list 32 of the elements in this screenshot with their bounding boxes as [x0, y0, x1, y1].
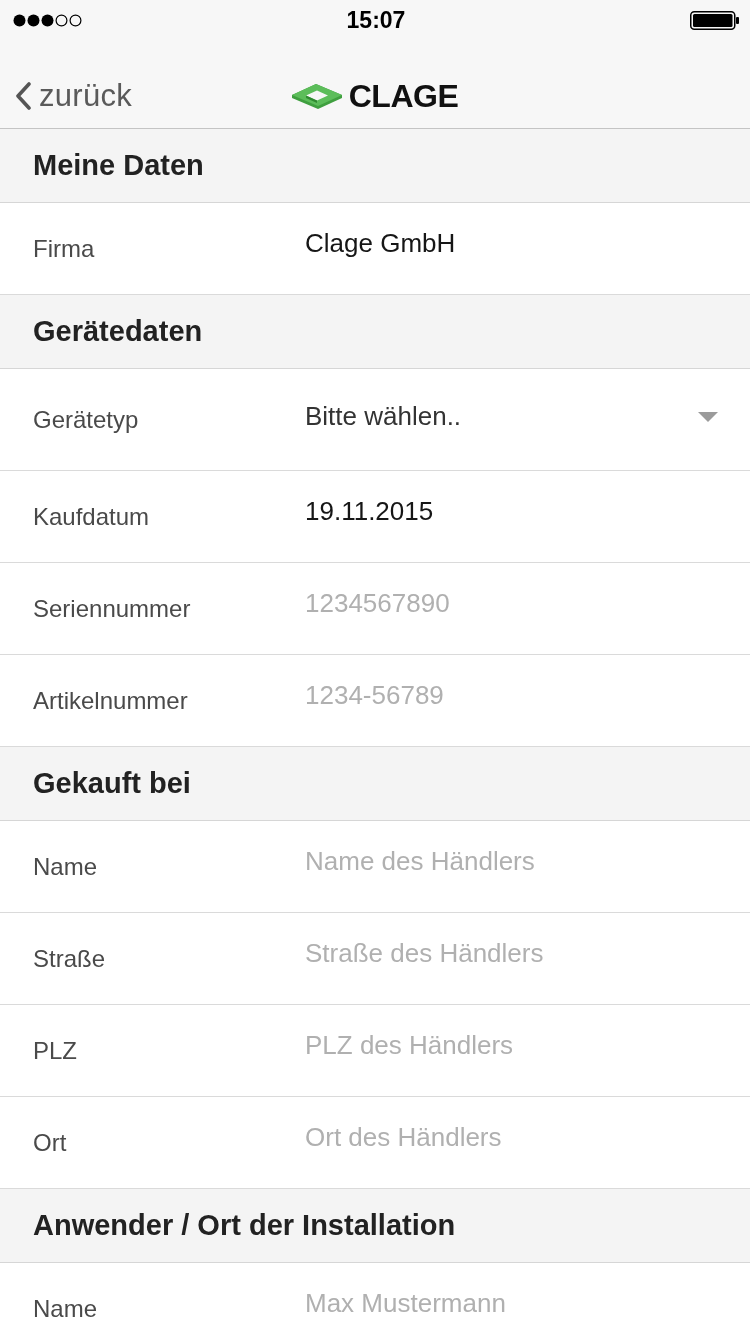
dropdown-field[interactable]: Bitte wählen..: [305, 396, 718, 437]
input-field[interactable]: 1234567890: [305, 583, 718, 624]
status-time: 15:07: [346, 6, 406, 34]
input-field[interactable]: 1234-56789: [305, 675, 718, 716]
field-label: Name: [33, 852, 99, 881]
section-title: Anwender / Ort der Installation: [33, 1209, 456, 1242]
input-field[interactable]: Ort des Händlers: [305, 1117, 718, 1158]
section-title: Gerätedaten: [33, 315, 203, 348]
field-label: Seriennummer: [33, 594, 192, 623]
logo-icon: [291, 82, 342, 110]
field-label: Artikelnummer: [33, 686, 189, 715]
back-button[interactable]: zurück: [15, 78, 133, 114]
field-label: Firma: [33, 234, 96, 263]
field-label: Ort: [33, 1128, 68, 1157]
input-field[interactable]: Straße des Händlers: [305, 933, 718, 974]
field-label: PLZ: [33, 1036, 78, 1065]
input-field[interactable]: PLZ des Händlers: [305, 1025, 718, 1066]
input-field[interactable]: Name des Händlers: [305, 841, 718, 882]
brand-name: CLAGE: [348, 77, 459, 115]
section-title: Gekauft bei: [33, 767, 191, 800]
battery-icon: [690, 10, 739, 30]
caret-down-icon: [698, 411, 718, 422]
field-label: Kaufdatum: [33, 502, 151, 531]
date-field[interactable]: 19.11.2015: [305, 491, 718, 532]
field-label: Name: [33, 1294, 99, 1323]
section-title: Meine Daten: [33, 149, 204, 182]
field-label: Straße: [33, 944, 107, 973]
input-field[interactable]: Clage GmbH: [305, 223, 718, 264]
signal-strength-icon: [13, 13, 82, 27]
field-label: Gerätetyp: [33, 405, 140, 434]
input-field[interactable]: Max Mustermann: [305, 1283, 718, 1324]
chevron-left-icon: [15, 82, 31, 110]
